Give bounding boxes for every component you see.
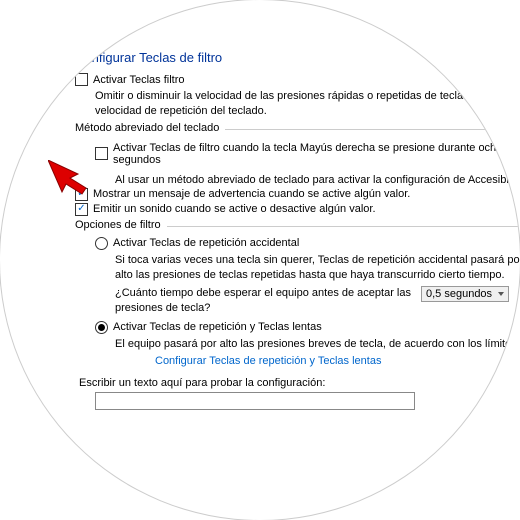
test-input-label: Escribir un texto aquí para probar la co…	[79, 377, 520, 389]
bounce-keys-question: ¿Cuánto tiempo debe esperar el equipo an…	[115, 286, 415, 315]
red-arrow-icon	[48, 160, 96, 196]
play-sound-label: Emitir un sonido cuando se active o desa…	[93, 203, 376, 215]
show-warning-label: Mostrar un mensaje de advertencia cuando…	[93, 188, 410, 200]
test-input[interactable]	[95, 392, 415, 410]
shortcut-legend: Método abreviado del teclado	[75, 122, 225, 134]
repeat-slow-keys-desc: El equipo pasará por alto las presiones …	[115, 337, 520, 352]
play-sound-checkbox[interactable]	[75, 203, 88, 216]
bounce-keys-delay-dropdown[interactable]: 0,5 segundos	[421, 286, 509, 302]
filter-keys-panel: Configurar Teclas de filtro Activar Tecl…	[40, 40, 520, 410]
page-title: Configurar Teclas de filtro	[75, 50, 520, 65]
activate-filterkeys-checkbox[interactable]	[75, 73, 88, 86]
shortcut-fieldset: Método abreviado del teclado Activar Tec…	[75, 129, 520, 216]
repeat-slow-keys-radio[interactable]	[95, 321, 108, 334]
shortcut-note: Al usar un método abreviado de teclado p…	[115, 174, 520, 186]
activate-filterkeys-label: Activar Teclas filtro	[93, 74, 185, 86]
activate-filterkeys-desc: Omitir o disminuir la velocidad de las p…	[95, 89, 520, 119]
bounce-keys-radio[interactable]	[95, 237, 108, 250]
filter-options-legend: Opciones de filtro	[75, 219, 167, 231]
filter-options-fieldset: Opciones de filtro Activar Teclas de rep…	[75, 226, 520, 367]
repeat-slow-keys-label: Activar Teclas de repetición y Teclas le…	[113, 321, 322, 333]
bounce-keys-desc: Si toca varias veces una tecla sin quere…	[115, 253, 520, 283]
shortcut-enable-checkbox[interactable]	[95, 147, 108, 160]
configure-repeat-slow-link[interactable]: Configurar Teclas de repetición y Teclas…	[155, 355, 520, 367]
bounce-keys-label: Activar Teclas de repetición accidental	[113, 237, 299, 249]
shortcut-enable-label: Activar Teclas de filtro cuando la tecla…	[113, 142, 520, 166]
